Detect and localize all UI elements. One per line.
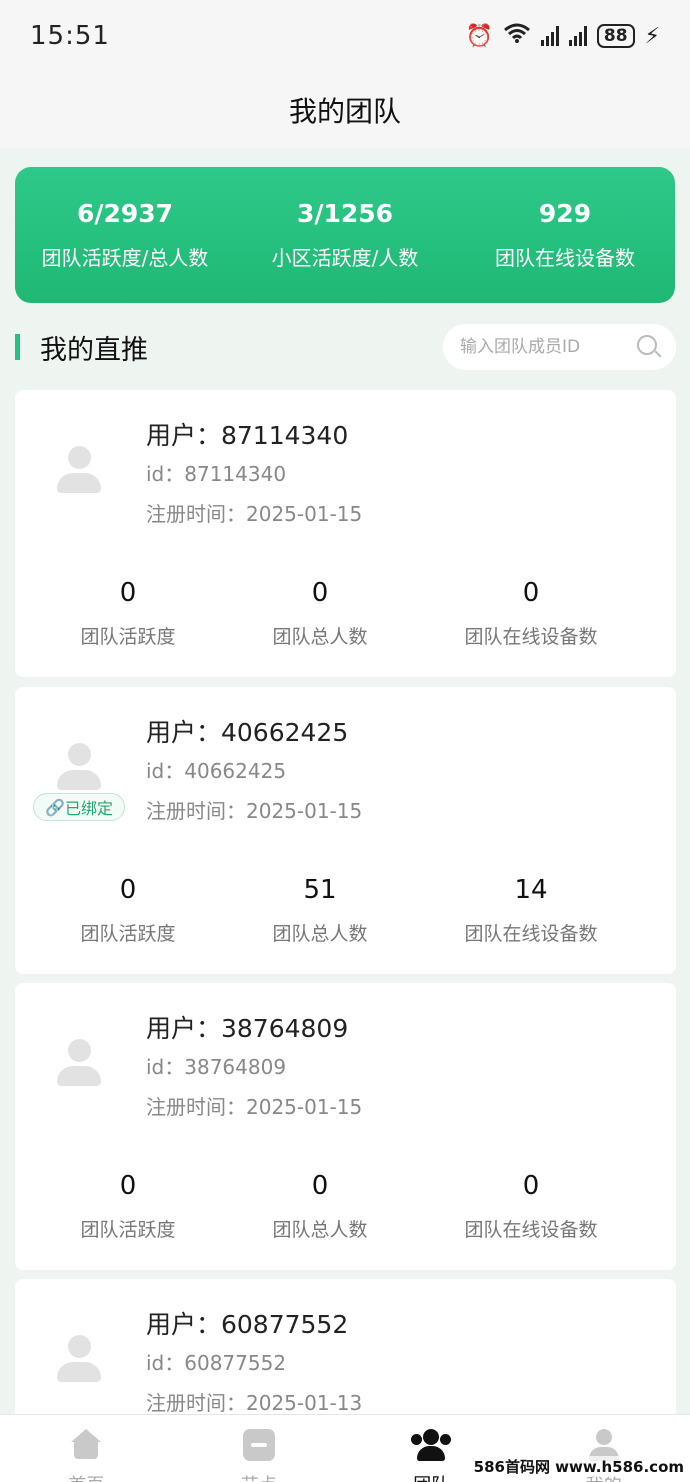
alarm-icon: ⏰	[465, 23, 493, 49]
member-stat-devices: 0 团队在线设备数	[451, 1171, 611, 1242]
summary-community-activity: 3/1256 小区活跃度/人数	[235, 199, 455, 271]
link-icon: 🔗	[45, 797, 65, 817]
member-user: 用户：87114340	[146, 421, 349, 450]
charging-icon: ⚡	[644, 23, 660, 49]
page-title: 我的团队	[288, 95, 401, 128]
bound-label: 已绑定	[64, 799, 113, 818]
signal-icon	[540, 26, 559, 46]
member-id: id：87114340	[146, 462, 287, 486]
header: 我的团队	[0, 72, 690, 148]
stat-value: 0	[119, 1171, 137, 1201]
member-registered: 注册时间：2025-01-13	[146, 1391, 363, 1415]
member-user: 用户：60877552	[146, 1310, 349, 1339]
search-input[interactable]	[460, 337, 636, 357]
summary-team-activity: 6/2937 团队活跃度/总人数	[15, 199, 235, 271]
stat-label: 团队活跃度	[80, 626, 176, 648]
summary-label: 小区活跃度/人数	[271, 246, 419, 270]
watermark: 586首码网 www.h586.com	[473, 1456, 684, 1477]
stat-value: 0	[119, 578, 137, 608]
member-registered: 注册时间：2025-01-15	[146, 502, 363, 526]
member-stat-total: 0 团队总人数	[255, 578, 385, 649]
avatar	[55, 1335, 103, 1385]
summary-label: 团队在线设备数	[495, 246, 635, 270]
member-stat-total: 51 团队总人数	[255, 875, 385, 946]
member-stat-activity: 0 团队活跃度	[63, 578, 193, 649]
status-bar: 15:51 ⏰ 88 ⚡	[0, 0, 690, 72]
member-card[interactable]: 用户：38764809 id：38764809 注册时间：2025-01-15 …	[15, 983, 676, 1270]
member-stat-total: 0 团队总人数	[255, 1171, 385, 1242]
member-stat-devices: 0 团队在线设备数	[451, 578, 611, 649]
avatar	[55, 1039, 103, 1089]
summary-value: 6/2937	[76, 199, 174, 228]
tab-label[interactable]: 首页	[0, 1471, 173, 1482]
stat-label: 团队总人数	[272, 1219, 368, 1241]
tab-node[interactable]: 节点	[173, 1415, 346, 1482]
stat-value: 0	[311, 578, 329, 608]
member-card[interactable]: 🔗 已绑定 用户：40662425 id：40662425 注册时间：2025-…	[15, 687, 676, 974]
team-summary-banner: 6/2937 团队活跃度/总人数 3/1256 小区活跃度/人数 929 团队在…	[15, 167, 675, 303]
member-search[interactable]	[443, 324, 676, 370]
stat-value: 0	[119, 875, 137, 905]
tab-home[interactable]: 首页	[0, 1415, 173, 1482]
search-icon[interactable]	[636, 334, 662, 360]
member-id: id：40662425	[146, 759, 287, 783]
member-stat-devices: 14 团队在线设备数	[451, 875, 611, 946]
bound-badge: 🔗 已绑定	[33, 793, 125, 821]
stat-label: 团队在线设备数	[464, 923, 598, 945]
stat-value: 14	[514, 875, 548, 905]
member-registered: 注册时间：2025-01-15	[146, 799, 363, 823]
stat-label: 团队总人数	[272, 923, 368, 945]
member-registered: 注册时间：2025-01-15	[146, 1095, 363, 1119]
stat-value: 0	[522, 1171, 540, 1201]
member-id: id：60877552	[146, 1351, 287, 1375]
section-accent-bar	[15, 334, 20, 360]
summary-online-devices: 929 团队在线设备数	[455, 199, 675, 271]
signal-icon	[568, 26, 587, 46]
member-card[interactable]: 用户：87114340 id：87114340 注册时间：2025-01-15 …	[15, 390, 676, 677]
status-time: 15:51	[30, 21, 110, 51]
stat-label: 团队活跃度	[80, 923, 176, 945]
summary-label: 团队活跃度/总人数	[41, 246, 209, 270]
tab-label[interactable]: 节点	[173, 1471, 346, 1482]
avatar	[55, 446, 103, 496]
member-id: id：38764809	[146, 1055, 287, 1079]
member-stat-activity: 0 团队活跃度	[63, 1171, 193, 1242]
section-title: 我的直推	[40, 335, 148, 366]
member-stat-activity: 0 团队活跃度	[63, 875, 193, 946]
status-icons: ⏰ 88 ⚡	[465, 22, 660, 50]
stat-label: 团队在线设备数	[464, 626, 598, 648]
stat-label: 团队活跃度	[80, 1219, 176, 1241]
member-user: 用户：40662425	[146, 718, 349, 747]
avatar	[55, 743, 103, 793]
stat-value: 0	[522, 578, 540, 608]
battery-indicator: 88	[596, 24, 635, 48]
home-icon[interactable]	[69, 1429, 103, 1459]
stat-label: 团队在线设备数	[464, 1219, 598, 1241]
member-user: 用户：38764809	[146, 1014, 349, 1043]
team-icon[interactable]	[411, 1429, 452, 1461]
summary-value: 929	[538, 199, 592, 228]
member-card[interactable]: 用户：60877552 id：60877552 注册时间：2025-01-13	[15, 1279, 676, 1415]
stat-value: 51	[303, 875, 337, 905]
stat-value: 0	[311, 1171, 329, 1201]
summary-value: 3/1256	[296, 199, 394, 228]
stat-label: 团队总人数	[272, 626, 368, 648]
node-icon[interactable]	[242, 1429, 275, 1461]
wifi-icon	[503, 22, 531, 50]
